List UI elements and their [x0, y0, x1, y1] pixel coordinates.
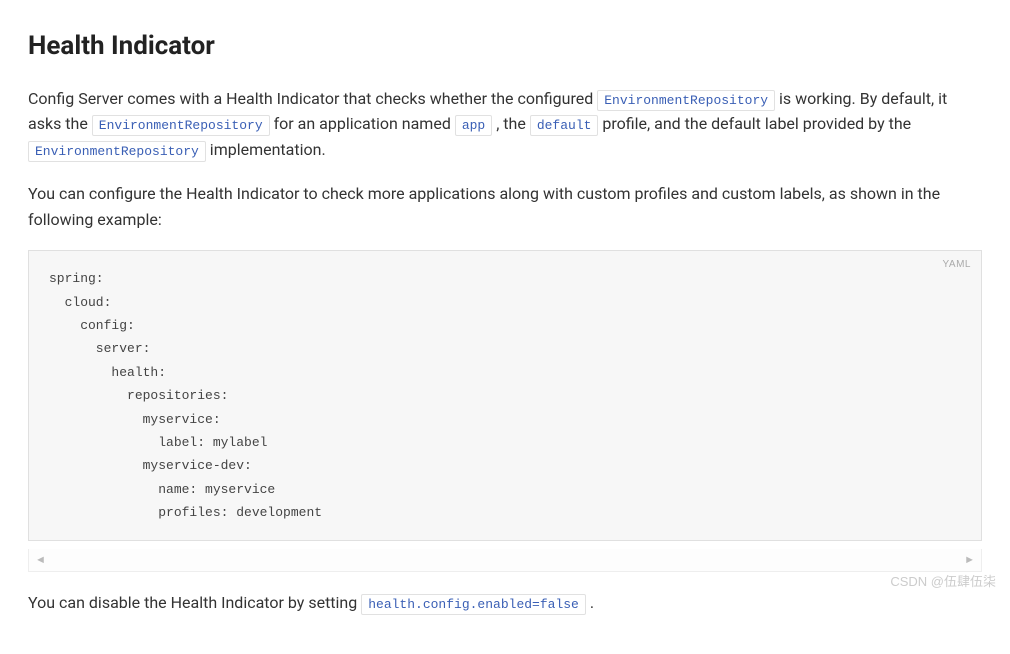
code-env-repo-2: EnvironmentRepository [92, 115, 270, 136]
code-health-enabled: health.config.enabled=false [361, 594, 586, 615]
text: . [590, 593, 594, 612]
text: , the [496, 114, 530, 133]
paragraph-disable: You can disable the Health Indicator by … [28, 590, 982, 616]
code-block-yaml: YAML spring: cloud: config: server: heal… [28, 250, 982, 541]
paragraph-configure: You can configure the Health Indicator t… [28, 181, 982, 232]
paragraph-intro: Config Server comes with a Health Indica… [28, 86, 982, 163]
code-env-repo-3: EnvironmentRepository [28, 141, 206, 162]
text: Config Server comes with a Health Indica… [28, 89, 597, 108]
text: for an application named [274, 114, 455, 133]
scroll-right-icon: ► [964, 551, 975, 569]
scroll-indicator: ◄ ► [28, 549, 982, 572]
text: implementation. [210, 140, 326, 159]
text: You can disable the Health Indicator by … [28, 593, 361, 612]
code-default: default [530, 115, 599, 136]
code-content: spring: cloud: config: server: health: r… [49, 267, 961, 524]
section-heading: Health Indicator [28, 26, 982, 68]
code-app: app [455, 115, 492, 136]
scroll-left-icon: ◄ [35, 551, 46, 569]
text: profile, and the default label provided … [602, 114, 911, 133]
code-lang-label: YAML [943, 257, 972, 273]
code-env-repo-1: EnvironmentRepository [597, 90, 775, 111]
